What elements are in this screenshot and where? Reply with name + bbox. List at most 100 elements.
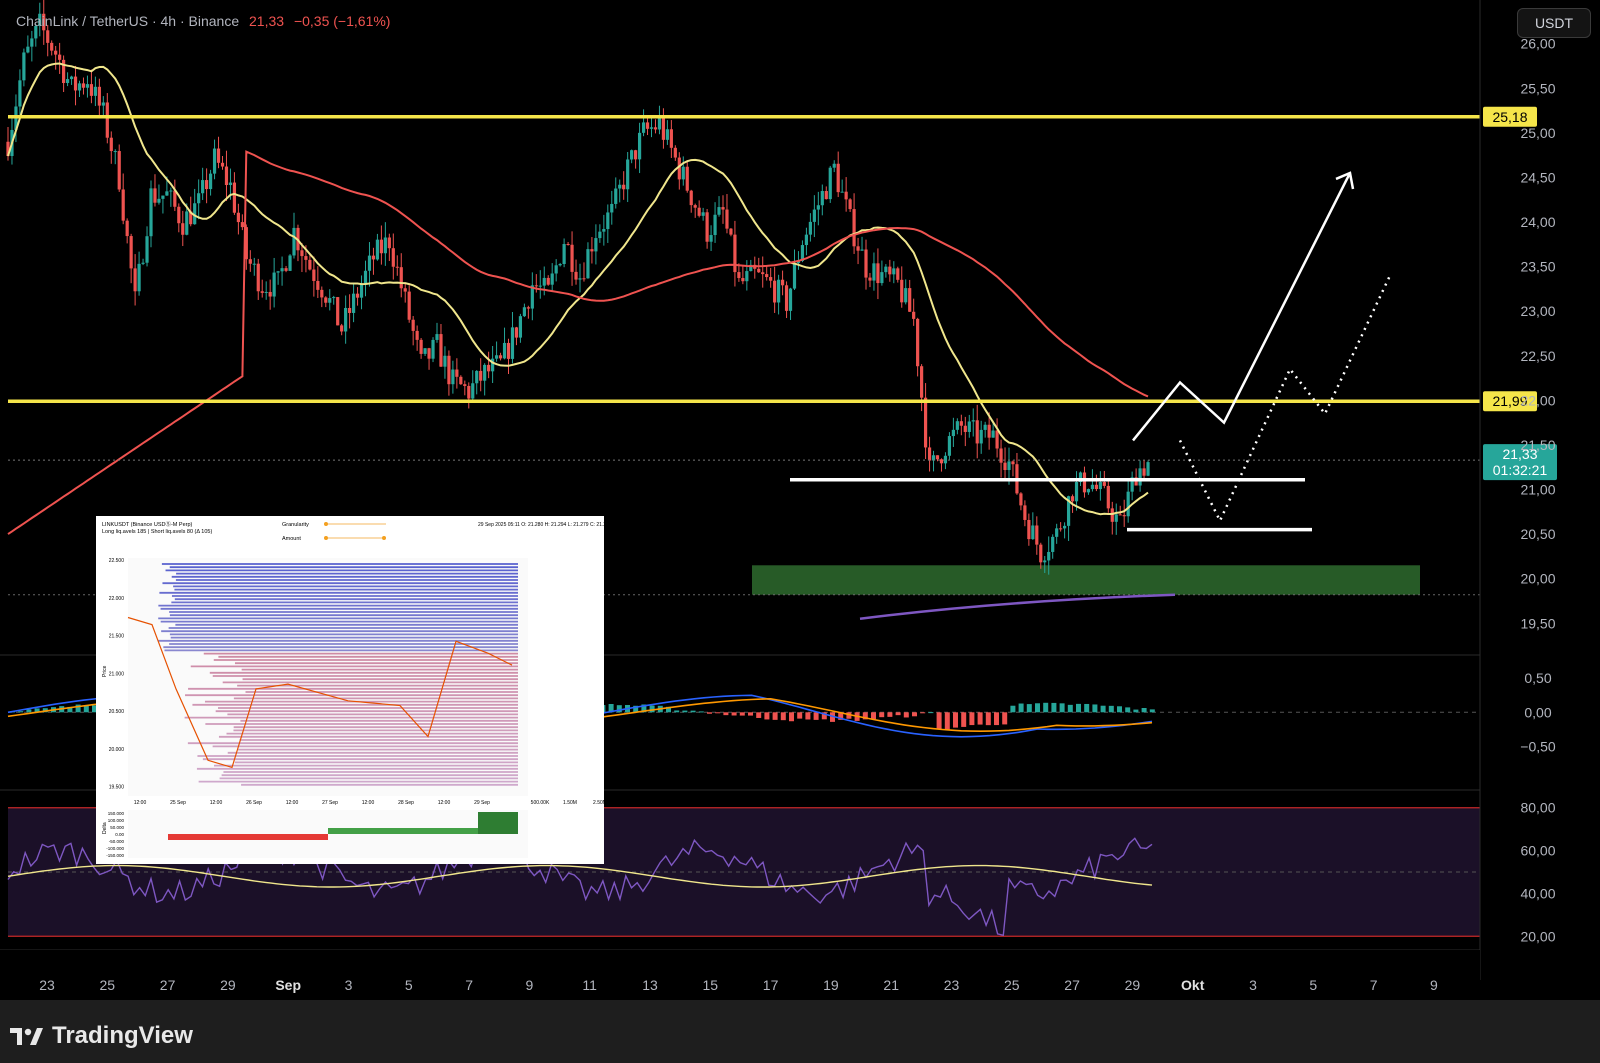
time-tick-label: 21 — [883, 977, 899, 993]
candle-body — [93, 86, 97, 96]
candle-body — [133, 268, 137, 292]
candle-body — [1094, 484, 1098, 490]
macd-histogram-bar — [772, 712, 778, 720]
candle-body — [900, 279, 904, 303]
price-tick-label: 20,50 — [1520, 526, 1555, 542]
candle-body — [208, 173, 213, 190]
header-separator: · — [151, 13, 157, 29]
macd-histogram-bar — [936, 712, 942, 730]
tradingview-logo[interactable]: TradingView — [10, 1022, 193, 1050]
candle-body — [653, 127, 658, 130]
candle-body — [153, 188, 157, 203]
inset-x-tick: 12:00 — [210, 800, 223, 806]
candle-body — [788, 288, 793, 311]
macd-histogram-bar — [1108, 705, 1114, 713]
countdown-label: 01:32:21 — [1493, 462, 1548, 478]
candle-body — [935, 455, 940, 460]
tradingview-icon — [10, 1028, 43, 1045]
candle-body — [1138, 468, 1142, 486]
macd-histogram-bar — [690, 710, 696, 713]
time-tick-label: 29 — [220, 977, 236, 993]
macd-histogram-bar — [26, 709, 32, 713]
time-tick-label: Sep — [275, 977, 301, 993]
symbol-name[interactable]: ChainLink / TetherUS — [16, 13, 148, 29]
inset-delta-tick: 0.00 — [115, 832, 124, 837]
candle-body — [526, 307, 530, 309]
candle-body — [784, 285, 789, 311]
candle-body — [85, 84, 90, 88]
inset-bar-tick: 500.00K — [531, 800, 550, 806]
candle-body — [498, 355, 503, 359]
candle-body — [713, 214, 717, 236]
macd-histogram-bar — [1002, 712, 1008, 725]
time-tick-label: 3 — [345, 977, 353, 993]
macd-histogram-bar — [1018, 703, 1024, 713]
candle-body — [574, 271, 578, 280]
candle-body — [1142, 468, 1146, 476]
candle-body — [991, 430, 995, 438]
candle-body — [566, 243, 570, 245]
candle-body — [1027, 519, 1031, 540]
price-chart[interactable]: LINKUSDT (Binance USDⓈ-M Perp)Long liq.a… — [0, 0, 1600, 1000]
candle-body — [26, 46, 30, 53]
candle-body — [522, 307, 526, 317]
macd-histogram-bar — [879, 712, 885, 718]
candle-body — [487, 364, 491, 372]
candle-body — [649, 127, 654, 129]
candle-body — [614, 188, 618, 204]
candle-body — [1098, 482, 1102, 490]
candle-body — [769, 277, 773, 281]
candle-body — [181, 223, 185, 235]
time-tick-label: 27 — [160, 977, 176, 993]
candle-body — [987, 424, 991, 438]
price-tick-label: 19,50 — [1520, 615, 1555, 631]
candle-body — [824, 191, 828, 200]
macd-histogram-bar — [977, 712, 983, 725]
inset-x-tick: 12:00 — [362, 800, 375, 806]
candle-body — [117, 151, 121, 190]
time-tick-label: 9 — [526, 977, 534, 993]
time-tick-label: 9 — [1430, 977, 1438, 993]
time-tick-label: 3 — [1249, 977, 1257, 993]
macd-tick-label: 0,00 — [1524, 704, 1551, 720]
candle-body — [288, 255, 292, 271]
candle-body — [570, 244, 574, 272]
candle-body — [1063, 525, 1067, 529]
candle-body — [411, 319, 415, 331]
candle-body — [602, 229, 606, 232]
candle-body — [463, 384, 467, 386]
candle-body — [1055, 528, 1059, 537]
macd-histogram-bar — [1035, 703, 1040, 713]
interval-label[interactable]: 4h — [161, 13, 177, 29]
candle-body — [717, 207, 721, 215]
inset-x-tick: 26 Sep — [246, 800, 262, 806]
candle-body — [637, 132, 642, 160]
candle-body — [765, 274, 769, 278]
candle-body — [348, 307, 352, 313]
candle-body — [18, 80, 22, 107]
candle-body — [848, 199, 852, 210]
macd-histogram-bar — [887, 712, 893, 717]
macd-histogram-bar — [805, 712, 811, 720]
candle-body — [927, 447, 932, 461]
candle-body — [336, 297, 340, 326]
candle-body — [594, 238, 598, 252]
candle-body — [324, 297, 328, 303]
candle-body — [673, 147, 677, 158]
candle-body — [641, 122, 646, 133]
inset-x-tick: 25 Sep — [170, 800, 186, 806]
candle-body — [923, 397, 928, 448]
macd-histogram-bar — [797, 712, 803, 719]
candle-body — [387, 237, 391, 249]
candle-body — [1122, 515, 1126, 517]
candle-body — [236, 212, 240, 223]
time-tick-label: 25 — [1004, 977, 1020, 993]
candle-body — [725, 209, 729, 229]
candle-body — [419, 339, 423, 354]
time-tick-label: 29 — [1125, 977, 1141, 993]
inset-y-tick: 21.500 — [109, 634, 125, 640]
candle-body — [272, 272, 276, 297]
candle-body — [50, 42, 54, 51]
currency-button[interactable]: USDT — [1517, 8, 1591, 38]
candle-body — [610, 203, 614, 213]
